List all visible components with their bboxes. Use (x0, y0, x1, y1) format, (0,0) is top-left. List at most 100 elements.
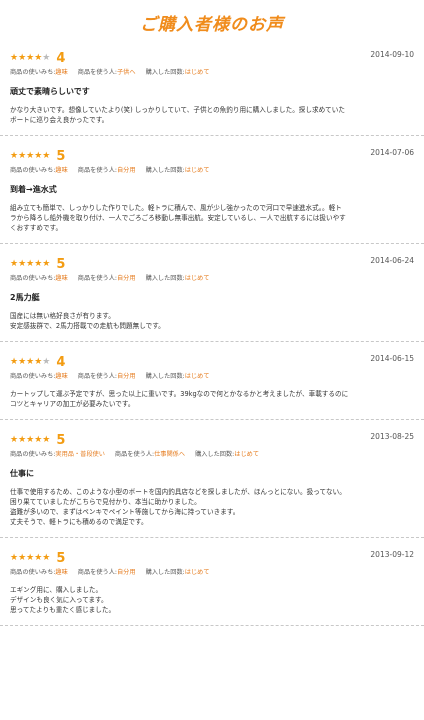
star-empty-icon: ★ (42, 357, 51, 367)
review-body-line: くおすすめです。 (10, 224, 63, 232)
review-meta: 商品の使いみち:実用品・普段使い 商品を使う人:仕事関係へ 購入した回数:はじめて (10, 449, 414, 459)
count-label: 購入した回数: (145, 275, 185, 282)
star-filled-icon: ★★★★ (10, 53, 43, 63)
review-body-line: ラから降ろし船外機を取り付け、一人でごろごろ移動し無事出航。安定しているし、一人… (10, 214, 346, 222)
review-date: 2013-08-25 (370, 432, 414, 441)
user-value: 自分用 (117, 569, 136, 576)
review-date: 2014-06-24 (370, 256, 414, 265)
usage-value: 趣味 (55, 69, 68, 76)
review-item: ★★★★★ 4 2014-06-15 商品の使いみち:趣味 商品を使う人:自分用 購入した… (0, 342, 424, 420)
count-label: 購入した回数: (145, 373, 185, 380)
usage-value: 趣味 (55, 569, 68, 576)
review-body-line: デザインも良く気に入ってます。 (10, 596, 108, 604)
review-body-line: 困り果てていましたがこちらで見付かり、本当に助かりました。 (10, 498, 201, 506)
review-body-line: ボートに巡り会え良かったです。 (10, 116, 109, 124)
review-body-line: エギング用に、購入しました。 (10, 586, 103, 594)
review-body: エギング用に、購入しました。 デザインも良く気に入ってます。 思ってたよりも重たく感… (10, 585, 414, 625)
review-meta: 商品の使いみち:趣味 商品を使う人:自分用 購入した回数:はじめて (10, 165, 414, 175)
count-label: 購入した回数: (195, 451, 235, 458)
review-date: 2014-09-10 (370, 50, 414, 59)
count-value: はじめて (184, 275, 210, 282)
user-label: 商品を使う人: (77, 167, 117, 174)
user-value: 自分用 (117, 275, 136, 282)
review-item: ★★★★★ 5 2014-07-06 商品の使いみち:趣味 商品を使う人:自分用 購入した… (0, 136, 424, 244)
count-label: 購入した回数: (145, 569, 185, 576)
count-value: はじめて (184, 167, 210, 174)
user-value: 自分用 (117, 167, 136, 174)
usage-label: 商品の使いみち: (10, 167, 56, 174)
user-label: 商品を使う人: (114, 451, 155, 458)
rating-value: 5 (56, 550, 66, 566)
review-body-line: 組み立ても簡単で、しっかりした作りでした。軽トラに積んで、風が少し強かったので河… (10, 204, 342, 212)
star-rating-icon: ★★★★★ (10, 553, 50, 563)
count-value: はじめて (184, 373, 210, 380)
review-item: ★★★★★ 5 2014-06-24 商品の使いみち:趣味 商品を使う人:自分用 購入した… (0, 244, 424, 342)
user-label: 商品を使う人: (77, 373, 117, 380)
review-item: ★★★★★ 4 2014-09-10 商品の使いみち:趣味 商品を使う人:子供へ 購入した… (0, 38, 424, 136)
usage-value: 実用品・普段使い (55, 451, 105, 458)
review-body: 国産には無い格好良さが有ります。安定感抜群で、2馬力搭載での走航も問題無しです。 (10, 311, 414, 341)
count-label: 購入した回数: (145, 69, 185, 76)
user-label: 商品を使う人: (77, 569, 117, 576)
user-value: 自分用 (117, 373, 136, 380)
review-date: 2014-07-06 (370, 148, 414, 157)
usage-label: 商品の使いみち: (10, 373, 56, 380)
rating-value: 5 (56, 432, 66, 448)
review-body: カートップして運ぶ予定ですが、思った以上に重いです。39kgなので何とかなるかと… (10, 389, 414, 419)
review-headline: 頑丈で素晴らしいです (10, 87, 90, 96)
user-label: 商品を使う人: (77, 69, 117, 76)
usage-value: 趣味 (55, 275, 68, 282)
star-empty-icon: ★ (42, 53, 51, 63)
user-value: 子供へ (117, 69, 136, 76)
star-rating-icon: ★★★★★ (10, 435, 50, 445)
review-item: ★★★★★ 5 2013-09-12 商品の使いみち:趣味 商品を使う人:自分用 購入した… (0, 538, 424, 626)
star-rating-icon: ★★★★★ (10, 357, 50, 367)
review-list: ★★★★★ 4 2014-09-10 商品の使いみち:趣味 商品を使う人:子供へ 購入した… (0, 38, 424, 626)
usage-label: 商品の使いみち: (10, 569, 56, 576)
review-meta: 商品の使いみち:趣味 商品を使う人:子供へ 購入した回数:はじめて (10, 67, 414, 77)
count-label: 購入した回数: (145, 167, 185, 174)
rating-value: 5 (56, 256, 66, 272)
review-body-line: かなり大きいです。想像していたより(笑) しっかりしていて、子供との魚釣り用に購… (10, 106, 345, 114)
review-body: 仕事で使用するため、このような小型のボートを国内釣具店などを探しましたが、ほんっ… (10, 487, 414, 537)
star-rating-icon: ★★★★★ (10, 53, 50, 63)
review-date: 2014-06-15 (370, 354, 414, 363)
page-title: ご購入者様のお声 (140, 15, 284, 35)
count-value: はじめて (234, 451, 260, 458)
user-label: 商品を使う人: (77, 275, 117, 282)
review-body-line: 盗難が多いので、まずはペンキでペイント等施してから海に持っていきます。 (10, 508, 240, 516)
count-value: はじめて (184, 69, 210, 76)
review-body: 組み立ても簡単で、しっかりした作りでした。軽トラに積んで、風が少し強かったので河… (10, 203, 414, 243)
review-body-line: 国産には無い格好良さが有ります。 (10, 312, 115, 320)
star-filled-icon: ★★★★★ (10, 151, 51, 161)
star-filled-icon: ★★★★ (10, 357, 43, 367)
review-body-line: コツとキャリアの加工が必要みたいです。 (10, 400, 135, 408)
review-headline: 2馬力艇 (10, 293, 40, 302)
star-filled-icon: ★★★★★ (10, 435, 51, 445)
review-body: かなり大きいです。想像していたより(笑) しっかりしていて、子供との魚釣り用に購… (10, 105, 414, 135)
user-value: 仕事関係へ (154, 451, 186, 458)
review-item: ★★★★★ 5 2013-08-25 商品の使いみち:実用品・普段使い 商品を使う人:仕… (0, 420, 424, 538)
star-rating-icon: ★★★★★ (10, 151, 50, 161)
usage-label: 商品の使いみち: (10, 69, 56, 76)
usage-value: 趣味 (55, 167, 68, 174)
star-rating-icon: ★★★★★ (10, 259, 50, 269)
review-body-line: 丈夫そうで、軽トラにも積めるので満足です。 (10, 518, 148, 526)
review-meta: 商品の使いみち:趣味 商品を使う人:自分用 購入した回数:はじめて (10, 371, 414, 381)
review-body-line: 思ってたよりも重たく感じました。 (10, 606, 116, 614)
review-meta: 商品の使いみち:趣味 商品を使う人:自分用 購入した回数:はじめて (10, 567, 414, 577)
review-body-line: 仕事で使用するため、このような小型のボートを国内釣具店などを探しましたが、ほんっ… (10, 488, 346, 496)
review-meta: 商品の使いみち:趣味 商品を使う人:自分用 購入した回数:はじめて (10, 273, 414, 283)
star-filled-icon: ★★★★★ (10, 259, 51, 269)
review-date: 2013-09-12 (370, 550, 414, 559)
review-body-line: カートップして運ぶ予定ですが、思った以上に重いです。39kgなので何とかなるかと… (10, 390, 349, 398)
star-filled-icon: ★★★★★ (10, 553, 51, 563)
usage-label: 商品の使いみち: (10, 451, 56, 458)
usage-label: 商品の使いみち: (10, 275, 56, 282)
rating-value: 4 (56, 354, 66, 370)
usage-value: 趣味 (55, 373, 68, 380)
count-value: はじめて (184, 569, 210, 576)
review-body-line: 安定感抜群で、2馬力搭載での走航も問題無しです。 (10, 322, 165, 330)
rating-value: 4 (56, 50, 66, 66)
rating-value: 5 (56, 148, 66, 164)
